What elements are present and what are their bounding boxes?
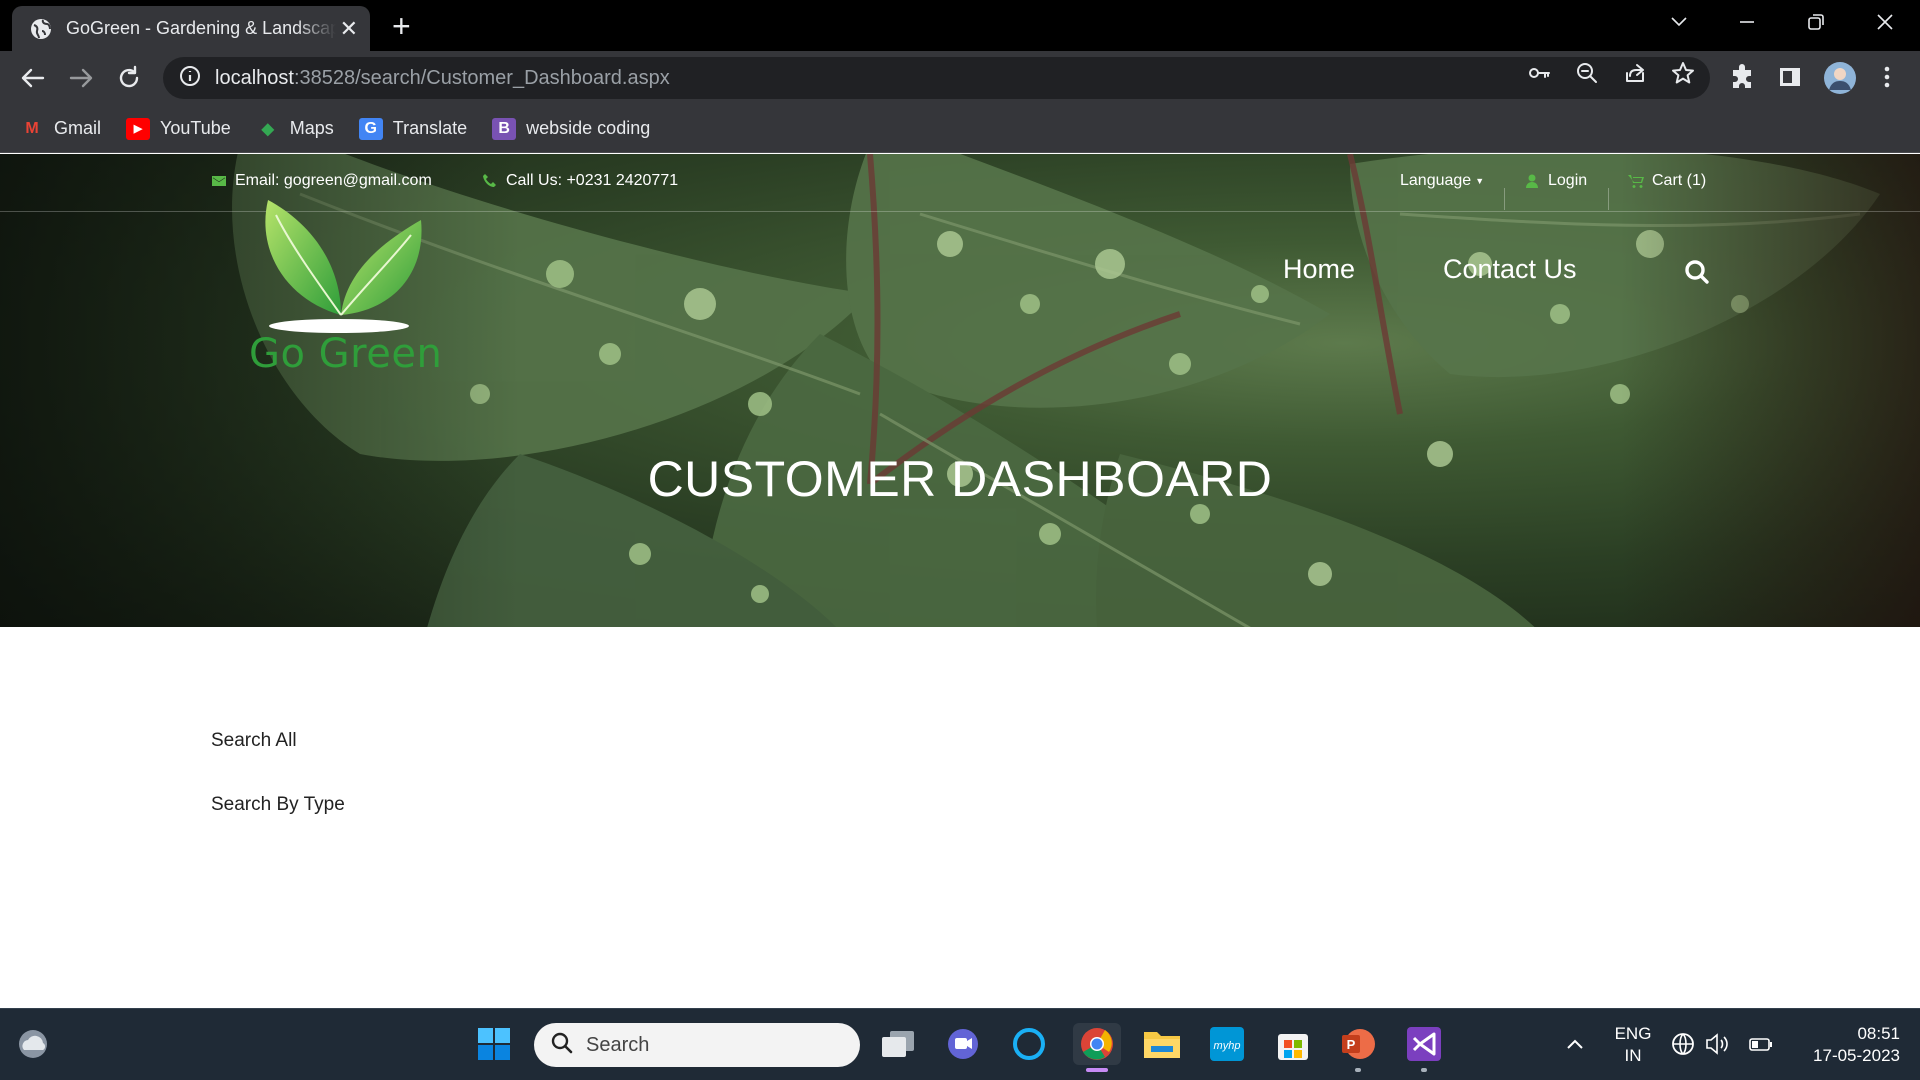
windows-taskbar: Search myhp P ENG IN 08:51 17-05-2023 bbox=[0, 1008, 1920, 1080]
logo-text[interactable]: Go Green bbox=[249, 331, 442, 377]
back-icon[interactable] bbox=[19, 64, 47, 92]
maps-icon: ◆ bbox=[261, 120, 274, 138]
page-title: CUSTOMER DASHBOARD bbox=[647, 451, 1273, 507]
tab-close-icon[interactable]: ✕ bbox=[340, 17, 358, 40]
browser-tab[interactable]: GoGreen - Gardening & Landscaping ✕ bbox=[12, 6, 370, 51]
clock[interactable]: 08:51 17-05-2023 bbox=[1788, 1023, 1900, 1067]
taskbar-search-box[interactable]: Search bbox=[534, 1023, 860, 1067]
menu-kebab-icon[interactable] bbox=[1874, 64, 1902, 92]
hero-banner: Email: gogreen@gmail.com Call Us: +0231 … bbox=[0, 154, 1920, 627]
language-dropdown[interactable]: Language ▼ bbox=[1400, 172, 1484, 190]
windows-start-icon[interactable] bbox=[473, 1023, 515, 1065]
tab-title: GoGreen - Gardening & Landscaping bbox=[66, 18, 336, 38]
network-globe-icon[interactable] bbox=[1668, 1023, 1698, 1065]
youtube-icon: ▶ bbox=[126, 117, 151, 140]
bookmarks-bar: M Gmail ▶ YouTube ◆ Maps G Translate B w… bbox=[0, 105, 1920, 153]
battery-icon[interactable] bbox=[1746, 1023, 1776, 1065]
caret-down-icon: ▼ bbox=[1475, 176, 1485, 186]
bootstrap-icon: B bbox=[492, 117, 517, 140]
zoom-out-icon[interactable] bbox=[1575, 61, 1599, 85]
chrome-taskbar-icon[interactable] bbox=[1073, 1023, 1121, 1072]
share-icon[interactable] bbox=[1623, 61, 1647, 85]
cortana-icon[interactable] bbox=[1008, 1023, 1050, 1065]
bookmark-star-icon[interactable] bbox=[1671, 61, 1695, 85]
extensions-icon[interactable] bbox=[1729, 64, 1757, 92]
nav-contact-us[interactable]: Contact Us bbox=[1443, 254, 1577, 285]
weather-icon[interactable] bbox=[12, 1023, 54, 1065]
gmail-icon: M bbox=[25, 119, 39, 137]
bookmark-translate[interactable]: G Translate bbox=[358, 117, 467, 140]
minimize-icon[interactable] bbox=[1722, 0, 1772, 44]
teams-chat-icon[interactable] bbox=[942, 1023, 984, 1065]
close-icon[interactable] bbox=[1860, 0, 1910, 44]
chevron-up-icon[interactable] bbox=[1554, 1023, 1596, 1065]
search-icon[interactable] bbox=[1683, 258, 1711, 286]
nav-home[interactable]: Home bbox=[1283, 254, 1355, 285]
profile-avatar[interactable] bbox=[1824, 62, 1856, 94]
visual-studio-icon[interactable] bbox=[1403, 1023, 1445, 1072]
search-by-type-link[interactable]: Search By Type bbox=[211, 794, 345, 816]
bookmark-youtube[interactable]: ▶ YouTube bbox=[126, 117, 231, 140]
phone-icon bbox=[482, 173, 498, 189]
reload-icon[interactable] bbox=[115, 64, 143, 92]
login-link[interactable]: Login bbox=[1524, 172, 1587, 190]
user-icon bbox=[1524, 173, 1540, 189]
restore-icon[interactable] bbox=[1791, 0, 1841, 44]
bookmark-maps[interactable]: ◆ Maps bbox=[256, 118, 334, 140]
volume-icon[interactable] bbox=[1702, 1023, 1732, 1065]
cart-link[interactable]: Cart (1) bbox=[1628, 172, 1706, 190]
tab-search-icon[interactable] bbox=[1654, 0, 1704, 44]
translate-icon: G bbox=[358, 117, 383, 140]
myhp-icon[interactable]: myhp bbox=[1206, 1023, 1248, 1065]
phone-info: Call Us: +0231 2420771 bbox=[482, 172, 678, 190]
powerpoint-icon[interactable]: P bbox=[1337, 1023, 1379, 1072]
key-icon[interactable] bbox=[1527, 61, 1551, 85]
globe-icon bbox=[30, 18, 52, 40]
svg-text:P: P bbox=[1347, 1037, 1356, 1052]
language-indicator[interactable]: ENG IN bbox=[1608, 1023, 1658, 1067]
url-text: localhost:38528/search/Customer_Dashboar… bbox=[215, 66, 670, 89]
browser-titlebar: GoGreen - Gardening & Landscaping ✕ + bbox=[0, 0, 1920, 51]
search-all-link[interactable]: Search All bbox=[211, 730, 297, 752]
address-bar[interactable]: localhost:38528/search/Customer_Dashboar… bbox=[163, 57, 1710, 99]
search-icon bbox=[550, 1031, 574, 1060]
svg-text:myhp: myhp bbox=[1214, 1040, 1241, 1052]
forward-icon[interactable] bbox=[67, 64, 95, 92]
envelope-icon bbox=[211, 173, 227, 189]
side-panel-icon[interactable] bbox=[1777, 64, 1805, 92]
bookmark-webside-coding[interactable]: B webside coding bbox=[492, 117, 650, 140]
microsoft-store-icon[interactable] bbox=[1272, 1023, 1314, 1065]
bookmark-gmail[interactable]: M Gmail bbox=[20, 118, 101, 140]
new-tab-button[interactable]: + bbox=[392, 10, 411, 42]
site-info-icon[interactable] bbox=[179, 65, 201, 92]
task-view-icon[interactable] bbox=[877, 1023, 919, 1065]
file-explorer-icon[interactable] bbox=[1141, 1023, 1183, 1065]
cart-icon bbox=[1628, 173, 1644, 189]
browser-toolbar: localhost:38528/search/Customer_Dashboar… bbox=[0, 51, 1920, 105]
